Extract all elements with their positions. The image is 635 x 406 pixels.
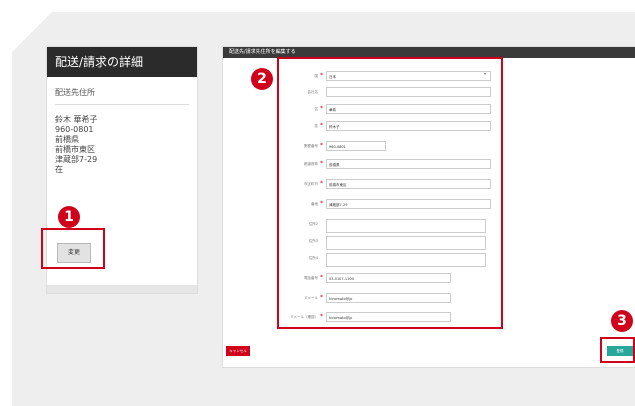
address-line: 在 [55,165,63,174]
address-line: 960-0801 [55,125,94,134]
highlight-change-button [41,228,105,269]
shipping-address-heading: 配送先住所 [55,87,189,105]
delivery-details-title: 配送/請求の詳細 [47,47,197,77]
address-line: 前橋県 [55,135,79,144]
step-badge-3: 3 [611,310,633,332]
address-line: 鈴木 華希子 [55,115,98,124]
address-line: 前橋市東区 [55,145,95,154]
step-badge-2: 2 [251,68,273,90]
address-block: 鈴木 華希子 960-0801 前橋県 前橋市東区 津蔵部7-29 在 [55,115,197,175]
next-section-strip [47,285,197,293]
step-badge-1: 1 [58,206,80,228]
address-line: 津蔵部7-29 [55,155,98,164]
highlight-form-fields [277,57,503,329]
highlight-register-button [600,337,635,363]
cancel-button[interactable]: キャンセル [226,346,250,356]
